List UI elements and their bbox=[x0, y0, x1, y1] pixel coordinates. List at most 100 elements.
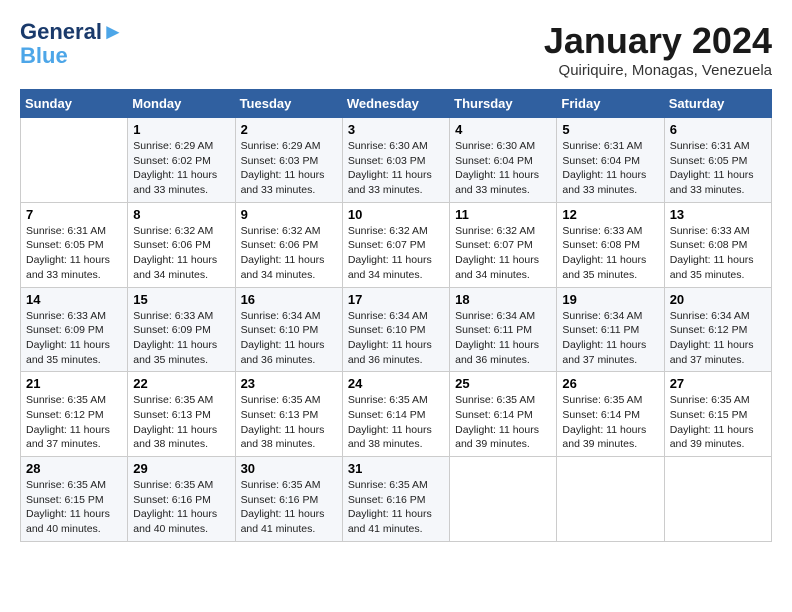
daylight: Daylight: 11 hours and 36 minutes. bbox=[348, 339, 432, 366]
daylight: Daylight: 11 hours and 34 minutes. bbox=[455, 254, 539, 281]
calendar-cell: 17 Sunrise: 6:34 AM Sunset: 6:10 PM Dayl… bbox=[342, 287, 449, 372]
sunset: Sunset: 6:13 PM bbox=[133, 409, 211, 421]
calendar-cell: 20 Sunrise: 6:34 AM Sunset: 6:12 PM Dayl… bbox=[664, 287, 771, 372]
calendar-cell: 9 Sunrise: 6:32 AM Sunset: 6:06 PM Dayli… bbox=[235, 202, 342, 287]
calendar-cell: 16 Sunrise: 6:34 AM Sunset: 6:10 PM Dayl… bbox=[235, 287, 342, 372]
day-number: 2 bbox=[241, 122, 337, 137]
sunrise: Sunrise: 6:32 AM bbox=[133, 225, 213, 237]
day-number: 31 bbox=[348, 461, 444, 476]
title-block: January 2024 Quiriquire, Monagas, Venezu… bbox=[544, 20, 772, 79]
sunset: Sunset: 6:15 PM bbox=[670, 409, 748, 421]
daylight: Daylight: 11 hours and 34 minutes. bbox=[241, 254, 325, 281]
calendar-cell: 10 Sunrise: 6:32 AM Sunset: 6:07 PM Dayl… bbox=[342, 202, 449, 287]
calendar-header-row: SundayMondayTuesdayWednesdayThursdayFrid… bbox=[21, 90, 772, 118]
daylight: Daylight: 11 hours and 39 minutes. bbox=[670, 424, 754, 451]
sunrise: Sunrise: 6:32 AM bbox=[455, 225, 535, 237]
sunset: Sunset: 6:06 PM bbox=[133, 239, 211, 251]
calendar-body: 1 Sunrise: 6:29 AM Sunset: 6:02 PM Dayli… bbox=[21, 118, 772, 542]
sunset: Sunset: 6:14 PM bbox=[348, 409, 426, 421]
sunset: Sunset: 6:16 PM bbox=[133, 494, 211, 506]
day-number: 4 bbox=[455, 122, 551, 137]
sunrise: Sunrise: 6:34 AM bbox=[562, 310, 642, 322]
calendar-cell: 8 Sunrise: 6:32 AM Sunset: 6:06 PM Dayli… bbox=[128, 202, 235, 287]
col-header-sunday: Sunday bbox=[21, 90, 128, 118]
daylight: Daylight: 11 hours and 38 minutes. bbox=[348, 424, 432, 451]
day-number: 9 bbox=[241, 207, 337, 222]
calendar-cell: 6 Sunrise: 6:31 AM Sunset: 6:05 PM Dayli… bbox=[664, 118, 771, 203]
sunrise: Sunrise: 6:30 AM bbox=[455, 140, 535, 152]
week-row-2: 7 Sunrise: 6:31 AM Sunset: 6:05 PM Dayli… bbox=[21, 202, 772, 287]
calendar-cell bbox=[557, 457, 664, 542]
sunset: Sunset: 6:14 PM bbox=[455, 409, 533, 421]
calendar-cell bbox=[664, 457, 771, 542]
calendar-cell: 31 Sunrise: 6:35 AM Sunset: 6:16 PM Dayl… bbox=[342, 457, 449, 542]
daylight: Daylight: 11 hours and 38 minutes. bbox=[133, 424, 217, 451]
calendar-cell: 21 Sunrise: 6:35 AM Sunset: 6:12 PM Dayl… bbox=[21, 372, 128, 457]
sunrise: Sunrise: 6:33 AM bbox=[133, 310, 213, 322]
day-number: 22 bbox=[133, 376, 229, 391]
day-number: 24 bbox=[348, 376, 444, 391]
sunset: Sunset: 6:13 PM bbox=[241, 409, 319, 421]
calendar-cell: 11 Sunrise: 6:32 AM Sunset: 6:07 PM Dayl… bbox=[450, 202, 557, 287]
day-number: 12 bbox=[562, 207, 658, 222]
sunset: Sunset: 6:06 PM bbox=[241, 239, 319, 251]
day-number: 19 bbox=[562, 292, 658, 307]
sunrise: Sunrise: 6:33 AM bbox=[670, 225, 750, 237]
calendar-cell: 22 Sunrise: 6:35 AM Sunset: 6:13 PM Dayl… bbox=[128, 372, 235, 457]
col-header-friday: Friday bbox=[557, 90, 664, 118]
week-row-1: 1 Sunrise: 6:29 AM Sunset: 6:02 PM Dayli… bbox=[21, 118, 772, 203]
calendar-table: SundayMondayTuesdayWednesdayThursdayFrid… bbox=[20, 89, 772, 542]
sunrise: Sunrise: 6:34 AM bbox=[455, 310, 535, 322]
calendar-cell: 26 Sunrise: 6:35 AM Sunset: 6:14 PM Dayl… bbox=[557, 372, 664, 457]
calendar-cell: 28 Sunrise: 6:35 AM Sunset: 6:15 PM Dayl… bbox=[21, 457, 128, 542]
calendar-cell: 3 Sunrise: 6:30 AM Sunset: 6:03 PM Dayli… bbox=[342, 118, 449, 203]
day-number: 18 bbox=[455, 292, 551, 307]
daylight: Daylight: 11 hours and 33 minutes. bbox=[133, 169, 217, 196]
calendar-cell: 5 Sunrise: 6:31 AM Sunset: 6:04 PM Dayli… bbox=[557, 118, 664, 203]
daylight: Daylight: 11 hours and 41 minutes. bbox=[348, 508, 432, 535]
daylight: Daylight: 11 hours and 33 minutes. bbox=[348, 169, 432, 196]
col-header-wednesday: Wednesday bbox=[342, 90, 449, 118]
sunrise: Sunrise: 6:35 AM bbox=[241, 479, 321, 491]
day-number: 25 bbox=[455, 376, 551, 391]
sunset: Sunset: 6:03 PM bbox=[241, 155, 319, 167]
calendar-cell: 13 Sunrise: 6:33 AM Sunset: 6:08 PM Dayl… bbox=[664, 202, 771, 287]
sunset: Sunset: 6:07 PM bbox=[348, 239, 426, 251]
calendar-cell: 23 Sunrise: 6:35 AM Sunset: 6:13 PM Dayl… bbox=[235, 372, 342, 457]
day-number: 6 bbox=[670, 122, 766, 137]
daylight: Daylight: 11 hours and 41 minutes. bbox=[241, 508, 325, 535]
sunset: Sunset: 6:10 PM bbox=[348, 324, 426, 336]
logo-text: General►Blue bbox=[20, 20, 124, 68]
calendar-cell: 12 Sunrise: 6:33 AM Sunset: 6:08 PM Dayl… bbox=[557, 202, 664, 287]
sunrise: Sunrise: 6:34 AM bbox=[348, 310, 428, 322]
daylight: Daylight: 11 hours and 34 minutes. bbox=[348, 254, 432, 281]
sunset: Sunset: 6:16 PM bbox=[241, 494, 319, 506]
sunrise: Sunrise: 6:33 AM bbox=[26, 310, 106, 322]
day-number: 20 bbox=[670, 292, 766, 307]
sunrise: Sunrise: 6:35 AM bbox=[348, 394, 428, 406]
day-number: 15 bbox=[133, 292, 229, 307]
sunset: Sunset: 6:09 PM bbox=[133, 324, 211, 336]
daylight: Daylight: 11 hours and 38 minutes. bbox=[241, 424, 325, 451]
daylight: Daylight: 11 hours and 40 minutes. bbox=[26, 508, 110, 535]
day-number: 23 bbox=[241, 376, 337, 391]
sunrise: Sunrise: 6:29 AM bbox=[133, 140, 213, 152]
sunrise: Sunrise: 6:35 AM bbox=[133, 479, 213, 491]
sunset: Sunset: 6:12 PM bbox=[670, 324, 748, 336]
daylight: Daylight: 11 hours and 40 minutes. bbox=[133, 508, 217, 535]
sunrise: Sunrise: 6:35 AM bbox=[348, 479, 428, 491]
calendar-cell: 15 Sunrise: 6:33 AM Sunset: 6:09 PM Dayl… bbox=[128, 287, 235, 372]
daylight: Daylight: 11 hours and 33 minutes. bbox=[241, 169, 325, 196]
calendar-cell: 2 Sunrise: 6:29 AM Sunset: 6:03 PM Dayli… bbox=[235, 118, 342, 203]
week-row-3: 14 Sunrise: 6:33 AM Sunset: 6:09 PM Dayl… bbox=[21, 287, 772, 372]
col-header-monday: Monday bbox=[128, 90, 235, 118]
daylight: Daylight: 11 hours and 33 minutes. bbox=[670, 169, 754, 196]
calendar-cell: 27 Sunrise: 6:35 AM Sunset: 6:15 PM Dayl… bbox=[664, 372, 771, 457]
sunset: Sunset: 6:05 PM bbox=[670, 155, 748, 167]
daylight: Daylight: 11 hours and 33 minutes. bbox=[562, 169, 646, 196]
sunrise: Sunrise: 6:32 AM bbox=[241, 225, 321, 237]
sunset: Sunset: 6:10 PM bbox=[241, 324, 319, 336]
sunrise: Sunrise: 6:31 AM bbox=[26, 225, 106, 237]
calendar-cell: 24 Sunrise: 6:35 AM Sunset: 6:14 PM Dayl… bbox=[342, 372, 449, 457]
day-number: 7 bbox=[26, 207, 122, 222]
